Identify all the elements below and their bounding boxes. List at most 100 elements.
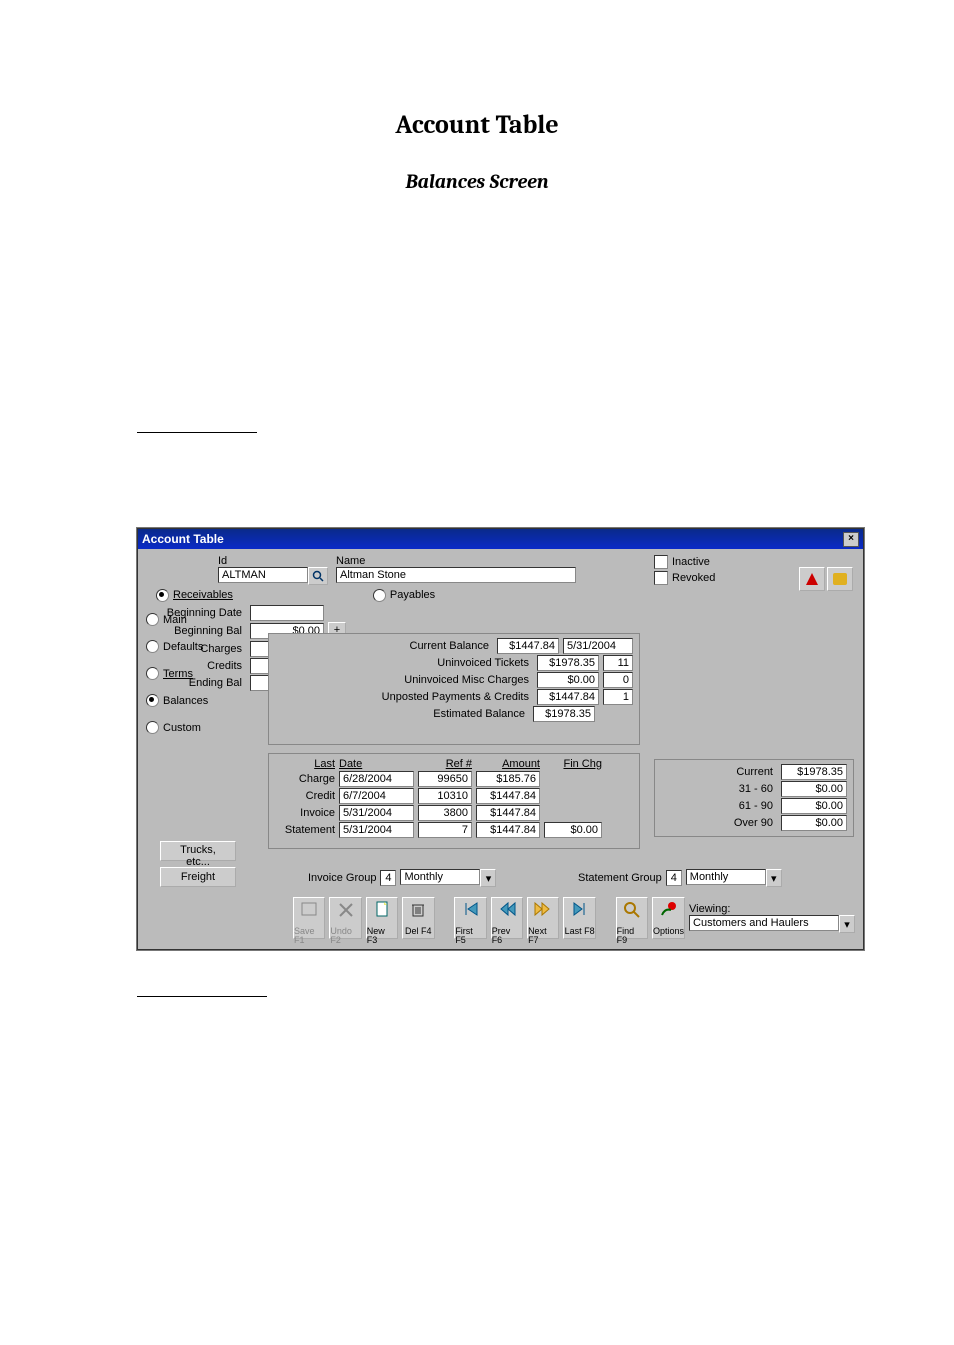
- prev-icon: [497, 900, 517, 918]
- cell-amount[interactable]: [476, 788, 540, 804]
- delete-button[interactable]: Del F4: [402, 897, 434, 939]
- last-button[interactable]: Last F8: [563, 897, 595, 939]
- viewing-combo[interactable]: ▾: [689, 915, 855, 933]
- uninvoiced-tickets[interactable]: [537, 655, 599, 671]
- page-subtitle: Balances Screen: [0, 170, 954, 193]
- cell-ref[interactable]: [418, 805, 472, 821]
- cell-date[interactable]: [339, 771, 414, 787]
- chevron-down-icon[interactable]: ▾: [480, 869, 496, 887]
- cell-amount[interactable]: [476, 805, 540, 821]
- chevron-down-icon[interactable]: ▾: [766, 869, 782, 887]
- undo-button[interactable]: Undo F2: [329, 897, 361, 939]
- next-button[interactable]: Next F7: [527, 897, 559, 939]
- unposted-pc[interactable]: [537, 689, 599, 705]
- find-button[interactable]: Find F9: [616, 897, 648, 939]
- alert-button[interactable]: [799, 567, 825, 591]
- prev-button[interactable]: Prev F6: [491, 897, 523, 939]
- first-button[interactable]: First F5: [454, 897, 486, 939]
- col-date: Date: [339, 758, 414, 770]
- cell-ref[interactable]: [418, 771, 472, 787]
- current-balance[interactable]: [497, 638, 559, 654]
- cell-ref[interactable]: [418, 788, 472, 804]
- revoked-label: Revoked: [672, 572, 715, 584]
- tab-receivables[interactable]: Receivables: [156, 589, 233, 602]
- cell-amount[interactable]: [476, 771, 540, 787]
- aging-6190[interactable]: [781, 798, 847, 814]
- close-icon[interactable]: ×: [843, 532, 859, 547]
- nav-label: Main: [163, 614, 187, 626]
- nav-balances[interactable]: Balances: [146, 694, 244, 707]
- current-balance-date[interactable]: [563, 638, 633, 654]
- cell-date[interactable]: [339, 822, 414, 838]
- cell: Credit: [275, 790, 335, 802]
- btn-label: Save F1: [294, 927, 324, 937]
- uninvoiced-misc[interactable]: [537, 672, 599, 688]
- search-icon: [312, 570, 324, 582]
- save-button[interactable]: Save F1: [293, 897, 325, 939]
- first-icon: [461, 900, 481, 918]
- col-ref: Ref #: [418, 758, 472, 770]
- btn-label: Del F4: [405, 927, 432, 937]
- invoice-group-num[interactable]: [380, 870, 396, 886]
- combo-value[interactable]: [400, 869, 480, 885]
- inactive-checkbox[interactable]: Inactive: [654, 555, 715, 569]
- btn-label: New F3: [367, 927, 397, 937]
- note-icon: [831, 571, 849, 587]
- nav-custom[interactable]: Custom: [146, 721, 244, 734]
- checkbox-icon: [654, 571, 668, 585]
- cell: Statement: [275, 824, 335, 836]
- save-icon: [299, 900, 319, 918]
- options-button[interactable]: Options: [652, 897, 685, 939]
- notes-button[interactable]: [827, 567, 853, 591]
- nav-label: Terms: [163, 668, 193, 680]
- cell-finchg[interactable]: [544, 822, 602, 838]
- new-icon: [372, 900, 392, 918]
- cell-date[interactable]: [339, 788, 414, 804]
- btn-label: Options: [653, 927, 684, 937]
- statement-group-combo[interactable]: ▾: [686, 869, 782, 887]
- cell-date[interactable]: [339, 805, 414, 821]
- aging-3160[interactable]: [781, 781, 847, 797]
- chevron-down-icon[interactable]: ▾: [839, 915, 855, 933]
- nav-terms[interactable]: Terms: [146, 667, 244, 680]
- tab-payables[interactable]: Payables: [373, 589, 435, 602]
- row-label: 31 - 60: [661, 783, 777, 795]
- trucks-button[interactable]: Trucks, etc...: [160, 841, 236, 861]
- name-input[interactable]: [336, 567, 576, 583]
- trash-icon: [408, 900, 428, 918]
- row-label: 61 - 90: [661, 800, 777, 812]
- unposted-pc-count[interactable]: [603, 689, 633, 705]
- combo-value[interactable]: [686, 869, 766, 885]
- estimated-balance[interactable]: [533, 706, 595, 722]
- btn-label: First F5: [455, 927, 485, 937]
- page-title: Account Table: [0, 110, 954, 140]
- revoked-checkbox[interactable]: Revoked: [654, 571, 715, 585]
- title-bar: Account Table ×: [138, 529, 863, 549]
- id-input[interactable]: [218, 567, 308, 583]
- undo-icon: [336, 900, 356, 918]
- uninvoiced-misc-count[interactable]: [603, 672, 633, 688]
- row-label: Current: [661, 766, 777, 778]
- checkbox-icon: [654, 555, 668, 569]
- aging-over90[interactable]: [781, 815, 847, 831]
- nav-main[interactable]: Main: [146, 613, 244, 626]
- col-last: Last: [275, 758, 335, 770]
- cell-ref[interactable]: [418, 822, 472, 838]
- cell-amount[interactable]: [476, 822, 540, 838]
- row-label: Current Balance: [275, 640, 493, 652]
- beginning-date[interactable]: [250, 605, 324, 621]
- col-amount: Amount: [476, 758, 540, 770]
- btn-label: Find F9: [617, 927, 647, 937]
- invoice-group-combo[interactable]: ▾: [400, 869, 496, 887]
- uninvoiced-tickets-count[interactable]: [603, 655, 633, 671]
- recent-panel: Last Date Ref # Amount Fin Chg Charge Cr…: [268, 753, 640, 849]
- combo-value[interactable]: [689, 915, 839, 931]
- freight-button[interactable]: Freight: [160, 867, 236, 887]
- underline: [137, 996, 267, 997]
- aging-current[interactable]: [781, 764, 847, 780]
- statement-group-num[interactable]: [666, 870, 682, 886]
- nav-label: Balances: [163, 695, 208, 707]
- nav-defaults[interactable]: Defaults: [146, 640, 244, 653]
- lookup-button[interactable]: [308, 567, 328, 585]
- new-button[interactable]: New F3: [366, 897, 398, 939]
